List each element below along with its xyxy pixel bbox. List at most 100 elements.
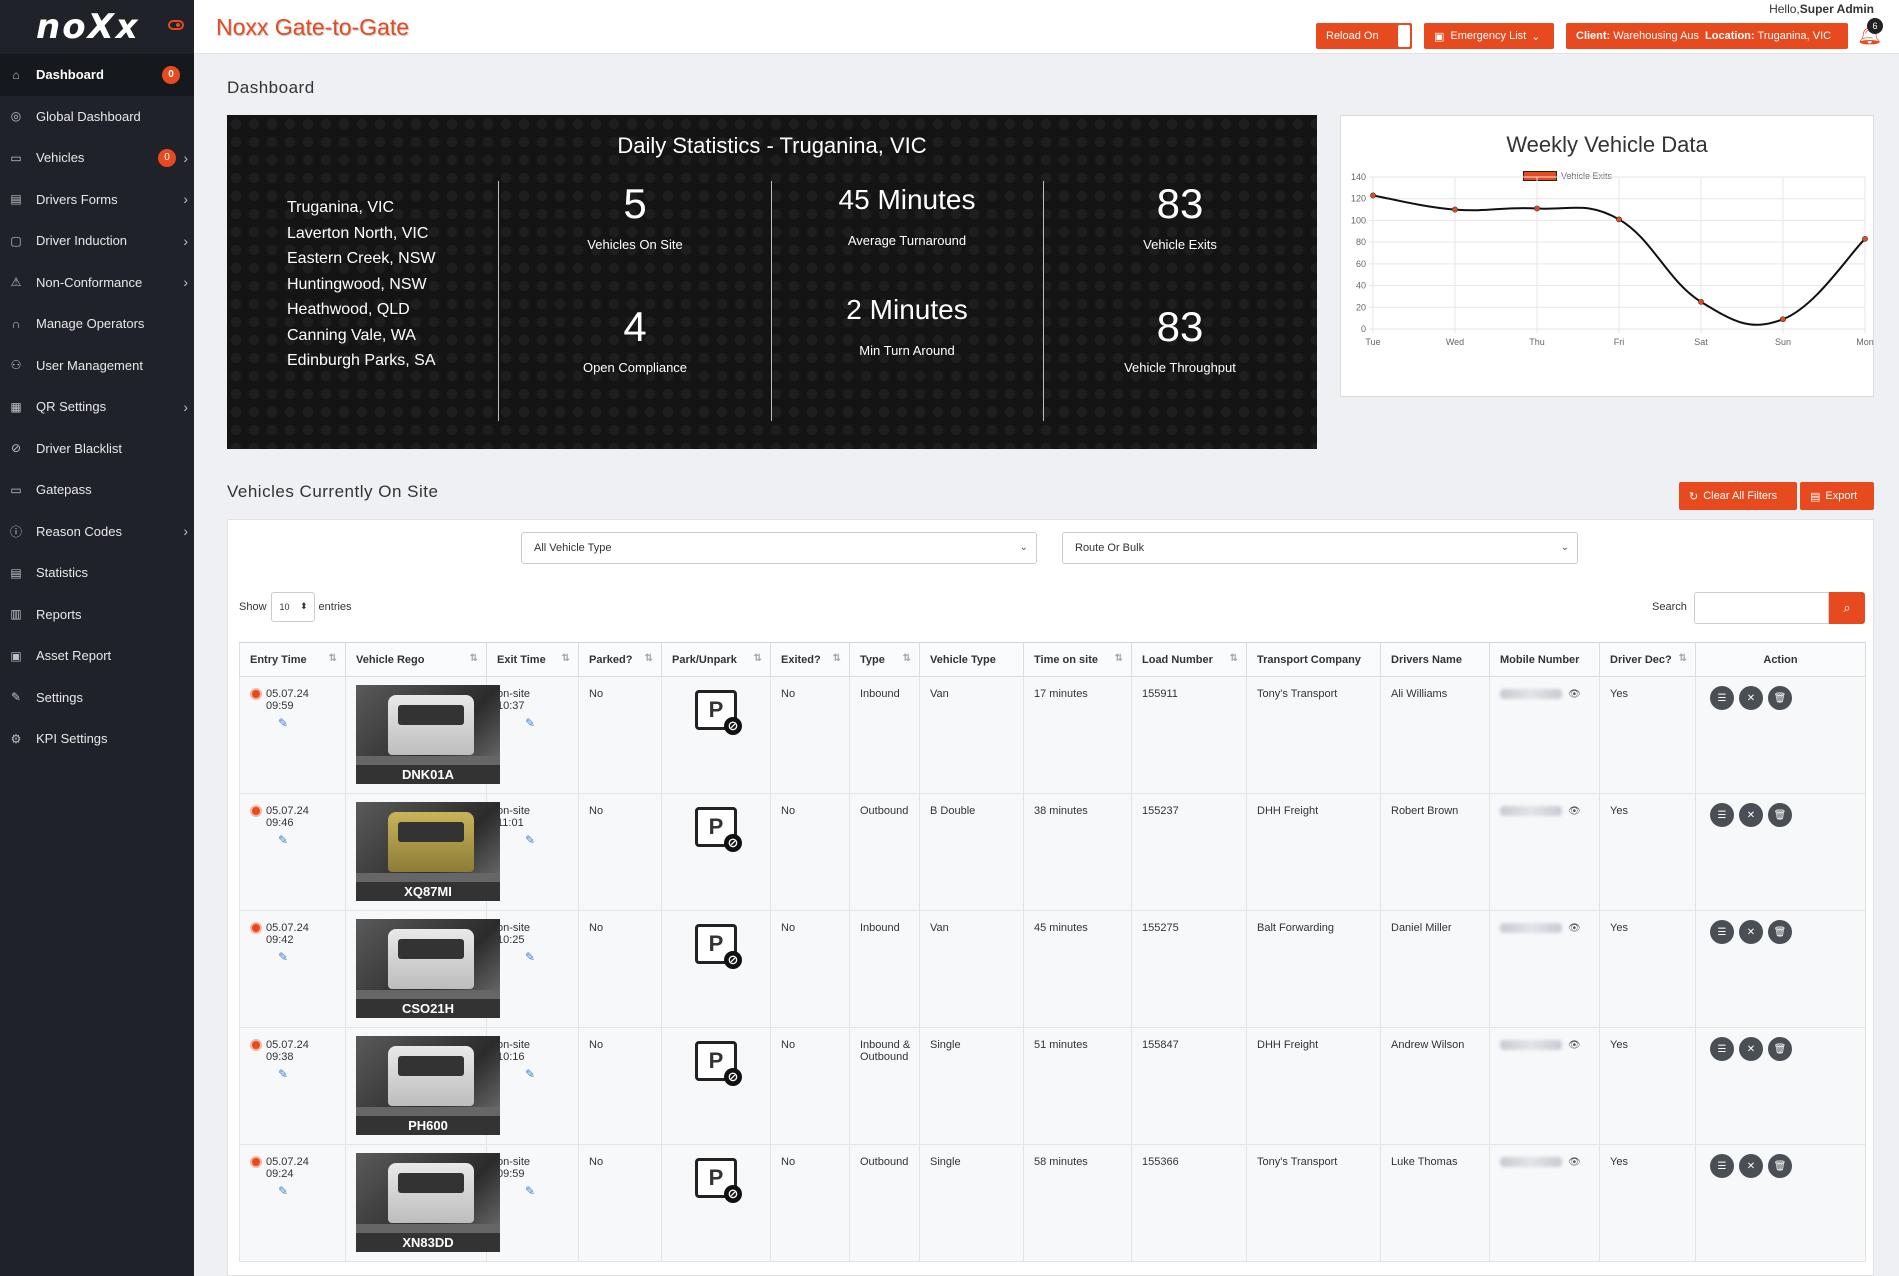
- edit-pencil-icon[interactable]: ✎: [525, 833, 578, 847]
- cancel-icon[interactable]: ✕: [1739, 803, 1763, 827]
- edit-pencil-icon[interactable]: ✎: [278, 1067, 345, 1081]
- sidebar-item-drivers-forms[interactable]: ▤ Drivers Forms ›: [0, 179, 194, 221]
- sidebar-item-statistics[interactable]: ▤ Statistics: [0, 552, 194, 594]
- sidebar-item-kpi-settings[interactable]: ⚙ KPI Settings: [0, 718, 194, 760]
- vehicle-photo[interactable]: DNK01A: [356, 685, 500, 784]
- trash-icon[interactable]: 🗑︎: [1768, 1037, 1792, 1061]
- details-icon[interactable]: ☰: [1710, 803, 1734, 827]
- edit-pencil-icon[interactable]: ✎: [525, 1067, 578, 1081]
- edit-pencil-icon[interactable]: ✎: [278, 1184, 345, 1198]
- details-icon[interactable]: ☰: [1710, 920, 1734, 944]
- location-item[interactable]: Huntingwood, NSW: [287, 272, 436, 298]
- column-header[interactable]: Exited? ⇅: [770, 642, 850, 677]
- sidebar-item-settings[interactable]: ✎ Settings: [0, 677, 194, 719]
- trash-icon[interactable]: 🗑︎: [1768, 803, 1792, 827]
- edit-pencil-icon[interactable]: ✎: [278, 716, 345, 730]
- trash-icon[interactable]: 🗑︎: [1768, 686, 1792, 710]
- column-header[interactable]: Vehicle Type: [919, 642, 1024, 677]
- column-header[interactable]: Transport Company: [1246, 642, 1381, 677]
- park-unpark-icon[interactable]: P: [695, 1041, 742, 1086]
- table-cell: No: [770, 793, 850, 911]
- details-icon[interactable]: ☰: [1710, 1037, 1734, 1061]
- column-header-label: Mobile Number: [1500, 653, 1580, 666]
- export-button[interactable]: ▤ Export: [1800, 482, 1874, 510]
- vehicle-photo[interactable]: XN83DD: [356, 1153, 500, 1252]
- vehicle-type-select[interactable]: All Vehicle Type ⌄: [521, 532, 1037, 564]
- reload-switch[interactable]: [1398, 25, 1410, 47]
- location-item[interactable]: Truganina, VIC: [287, 195, 436, 221]
- column-header[interactable]: Action: [1695, 642, 1866, 677]
- edit-pencil-icon[interactable]: ✎: [278, 833, 345, 847]
- eye-icon[interactable]: 👁︎: [1568, 1157, 1581, 1168]
- location-item[interactable]: Eastern Creek, NSW: [287, 246, 436, 272]
- alert-dot-icon[interactable]: [250, 1156, 262, 1168]
- alert-dot-icon[interactable]: [250, 1039, 262, 1051]
- column-header[interactable]: Type ⇅: [849, 642, 920, 677]
- vehicle-photo[interactable]: PH600: [356, 1036, 500, 1135]
- trash-icon[interactable]: 🗑︎: [1768, 920, 1792, 944]
- edit-pencil-icon[interactable]: ✎: [525, 716, 578, 730]
- sidebar-item-global-dashboard[interactable]: ◎ Global Dashboard: [0, 96, 194, 138]
- location-item[interactable]: Heathwood, QLD: [287, 297, 436, 323]
- search-button[interactable]: ⌕: [1829, 592, 1865, 624]
- cancel-icon[interactable]: ✕: [1739, 1154, 1763, 1178]
- sidebar-toggle-icon[interactable]: [168, 20, 184, 30]
- park-unpark-icon[interactable]: P: [695, 807, 742, 852]
- sidebar-item-reason-codes[interactable]: ⓘ Reason Codes ›: [0, 511, 194, 553]
- cancel-icon[interactable]: ✕: [1739, 686, 1763, 710]
- sidebar-item-vehicles[interactable]: ▭ Vehicles 0 ›: [0, 137, 194, 179]
- park-unpark-icon[interactable]: P: [695, 924, 742, 969]
- sidebar-item-reports[interactable]: ▥ Reports: [0, 594, 194, 636]
- park-unpark-icon[interactable]: P: [695, 690, 742, 735]
- eye-icon[interactable]: 👁︎: [1568, 923, 1581, 934]
- alert-dot-icon[interactable]: [250, 805, 262, 817]
- column-header[interactable]: Park/Unpark ⇅: [661, 642, 771, 677]
- location-item[interactable]: Laverton North, VIC: [287, 221, 436, 247]
- eye-icon[interactable]: 👁︎: [1568, 689, 1581, 700]
- sidebar-item-non-conformance[interactable]: ⚠ Non-Conformance ›: [0, 262, 194, 304]
- location-item[interactable]: Edinburgh Parks, SA: [287, 348, 436, 374]
- details-icon[interactable]: ☰: [1710, 686, 1734, 710]
- sidebar-item-gatepass[interactable]: ▭ Gatepass: [0, 469, 194, 511]
- eye-icon[interactable]: 👁︎: [1568, 1040, 1581, 1051]
- alert-dot-icon[interactable]: [250, 688, 262, 700]
- column-header[interactable]: Entry Time ⇅: [239, 642, 346, 677]
- cancel-icon[interactable]: ✕: [1739, 920, 1763, 944]
- column-header[interactable]: Vehicle Rego ⇅: [345, 642, 487, 677]
- sidebar-item-qr-settings[interactable]: ▦ QR Settings ›: [0, 386, 194, 428]
- park-unpark-icon[interactable]: P: [695, 1158, 742, 1203]
- client-location-button[interactable]: Client: Warehousing Aus Location: Trugan…: [1566, 23, 1848, 49]
- eye-icon[interactable]: 👁︎: [1568, 806, 1581, 817]
- column-header[interactable]: Exit Time ⇅: [486, 642, 579, 677]
- reload-toggle-button[interactable]: Reload On: [1316, 23, 1412, 49]
- search-input[interactable]: [1694, 592, 1829, 624]
- column-header[interactable]: Time on site ⇅: [1023, 642, 1132, 677]
- route-bulk-select[interactable]: Route Or Bulk ⌄: [1062, 532, 1578, 564]
- edit-pencil-icon[interactable]: ✎: [525, 1184, 578, 1198]
- sidebar-item-driver-blacklist[interactable]: ⊘ Driver Blacklist: [0, 428, 194, 470]
- column-header[interactable]: Load Number ⇅: [1131, 642, 1247, 677]
- details-icon[interactable]: ☰: [1710, 1154, 1734, 1178]
- column-header[interactable]: Parked? ⇅: [578, 642, 662, 677]
- sidebar-item-manage-operators[interactable]: ∩ Manage Operators: [0, 303, 194, 345]
- cancel-icon[interactable]: ✕: [1739, 1037, 1763, 1061]
- column-header[interactable]: Mobile Number: [1489, 642, 1600, 677]
- user-name[interactable]: Super Admin: [1800, 2, 1874, 16]
- edit-pencil-icon[interactable]: ✎: [278, 950, 345, 964]
- sidebar-item-driver-induction[interactable]: ▢ Driver Induction ›: [0, 220, 194, 262]
- entries-select[interactable]: 10: [270, 592, 315, 622]
- location-item[interactable]: Canning Vale, WA: [287, 323, 436, 349]
- edit-pencil-icon[interactable]: ✎: [525, 950, 578, 964]
- table-cell: No: [770, 676, 850, 794]
- sidebar-item-dashboard[interactable]: ⌂ Dashboard 0: [0, 54, 194, 96]
- vehicle-photo[interactable]: CSO21H: [356, 919, 500, 1018]
- alert-dot-icon[interactable]: [250, 922, 262, 934]
- clear-filters-button[interactable]: ↻ Clear All Filters: [1679, 482, 1797, 510]
- trash-icon[interactable]: 🗑︎: [1768, 1154, 1792, 1178]
- sidebar-item-user-management[interactable]: ⚇ User Management: [0, 345, 194, 387]
- sidebar-item-asset-report[interactable]: ▣ Asset Report: [0, 635, 194, 677]
- column-header[interactable]: Driver Dec? ⇅: [1599, 642, 1696, 677]
- column-header[interactable]: Drivers Name: [1380, 642, 1490, 677]
- vehicle-photo[interactable]: XQ87MI: [356, 802, 500, 901]
- emergency-list-button[interactable]: ▣ Emergency List ⌄: [1424, 23, 1554, 49]
